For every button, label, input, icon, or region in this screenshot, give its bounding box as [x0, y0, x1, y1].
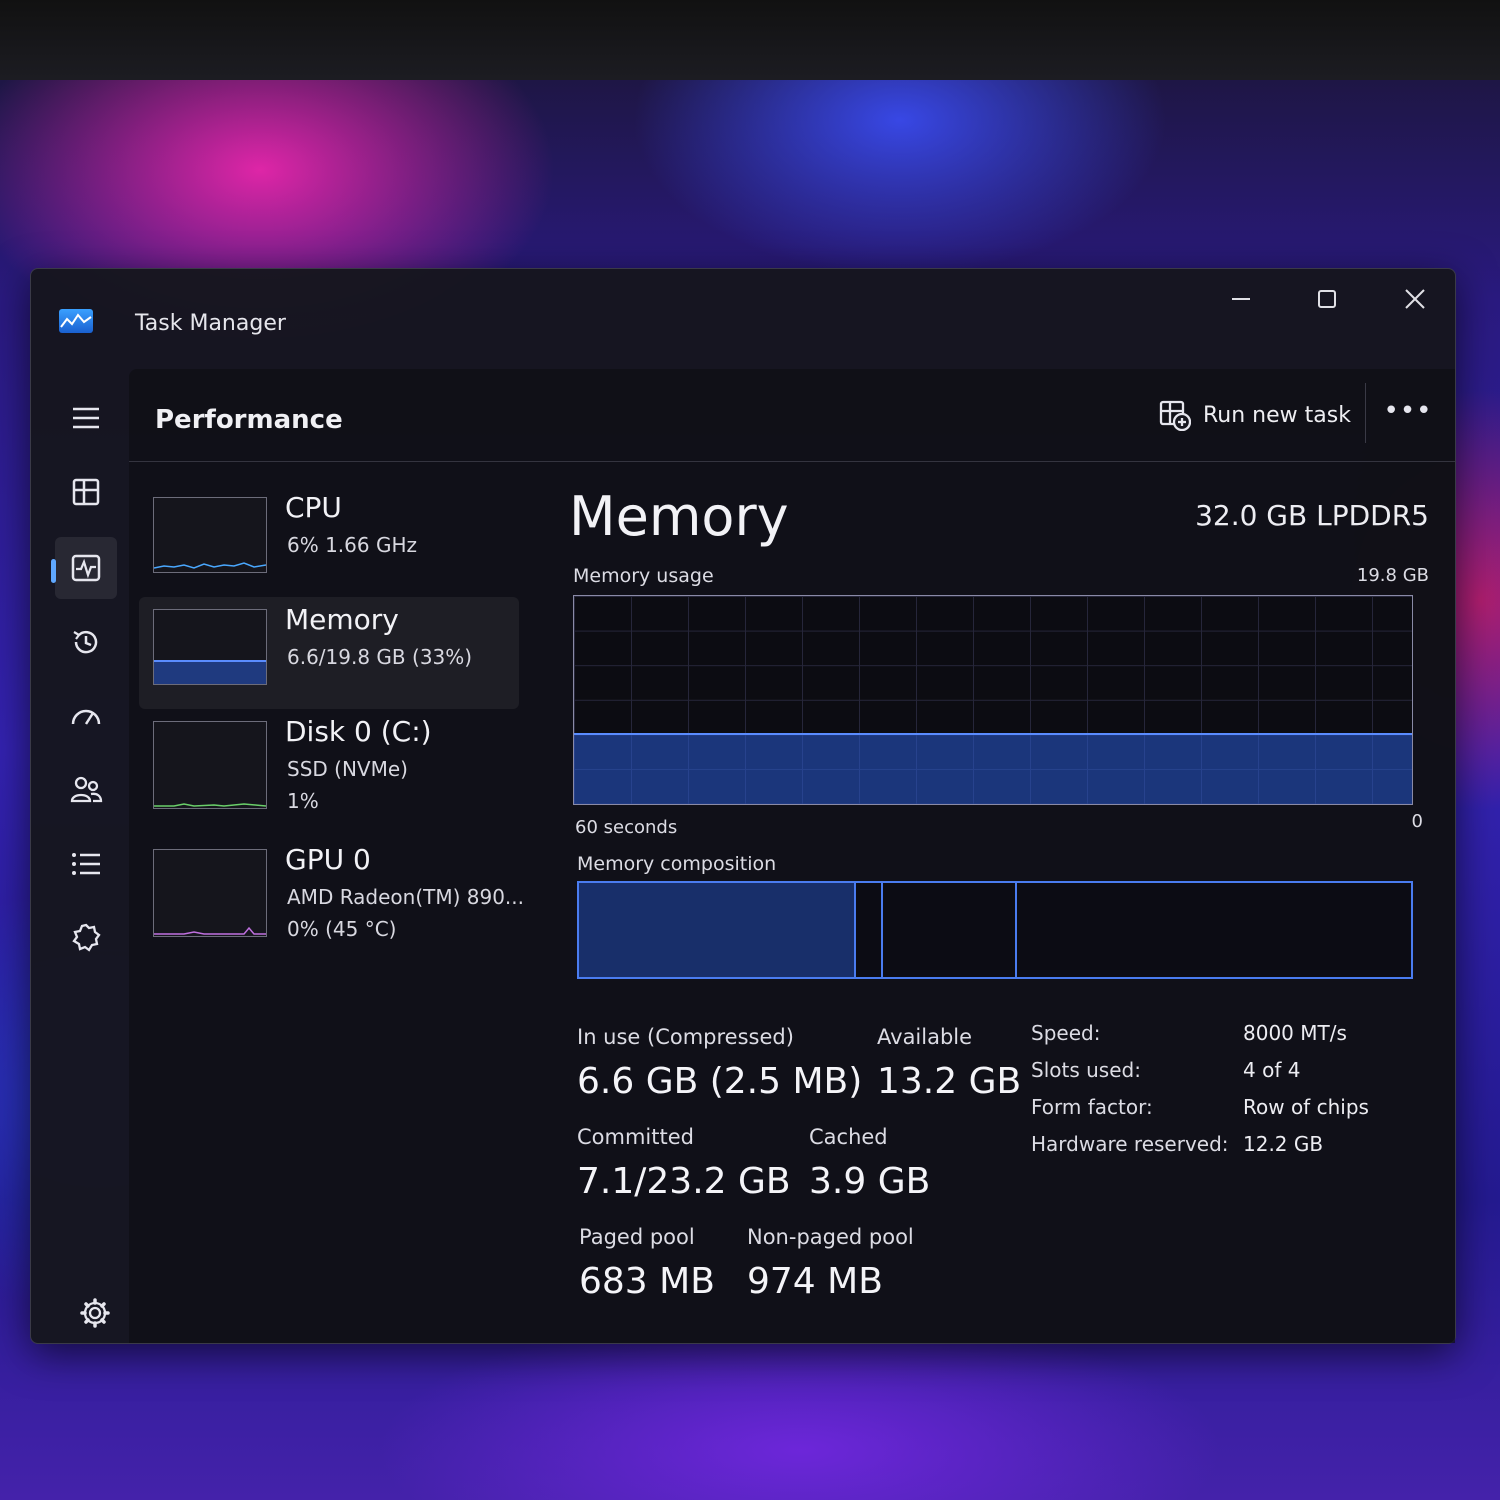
cpu-thumbnail-graph — [153, 497, 267, 573]
free-segment[interactable] — [1017, 883, 1411, 977]
window-title: Task Manager — [135, 311, 286, 336]
standby-segment[interactable] — [883, 883, 1018, 977]
disk-thumbnail-graph — [153, 721, 267, 809]
content-pane: Performance Run new task ••• CPU 6% 1.66… — [129, 369, 1455, 1343]
page-header: Performance Run new task ••• — [129, 369, 1455, 462]
monitor-bezel — [0, 0, 1500, 80]
hardware-reserved-key: Hardware reserved: — [1031, 1132, 1229, 1156]
users-icon — [70, 776, 103, 803]
form-factor-key: Form factor: — [1031, 1095, 1153, 1119]
gpu-thumbnail-graph — [153, 849, 267, 937]
slots-used-value: 4 of 4 — [1243, 1058, 1301, 1082]
more-options-button[interactable]: ••• — [1383, 389, 1433, 433]
available-value: 13.2 GB — [877, 1061, 1022, 1102]
hamburger-menu-button[interactable] — [55, 387, 117, 449]
cached-label: Cached — [809, 1125, 888, 1149]
speed-key: Speed: — [1031, 1021, 1101, 1045]
memory-usage-fill — [574, 733, 1412, 804]
run-new-task-icon — [1159, 400, 1191, 431]
cached-value: 3.9 GB — [809, 1161, 931, 1202]
minimize-button[interactable] — [1211, 279, 1271, 319]
device-item-memory[interactable]: Memory 6.6/19.8 GB (33%) — [139, 597, 519, 709]
nav-services[interactable] — [55, 907, 117, 969]
memory-composition-label: Memory composition — [577, 853, 777, 875]
header-divider — [1365, 383, 1366, 443]
run-new-task-label: Run new task — [1203, 402, 1351, 428]
maximize-button[interactable] — [1297, 279, 1357, 319]
in-use-segment[interactable] — [579, 883, 857, 977]
hardware-reserved-value: 12.2 GB — [1243, 1132, 1324, 1156]
graph-axis-right: 0 — [1411, 811, 1423, 832]
title-bar[interactable]: Task Manager — [31, 269, 1455, 369]
device-stat: 6.6/19.8 GB (33%) — [287, 645, 473, 669]
nav-startup-apps[interactable] — [55, 685, 117, 747]
memory-thumbnail-graph — [153, 609, 267, 685]
slots-used-key: Slots used: — [1031, 1058, 1141, 1082]
maximize-icon — [1318, 290, 1336, 308]
in-use-value: 6.6 GB (2.5 MB) — [577, 1061, 863, 1102]
device-list: CPU 6% 1.66 GHz Memory 6.6/19.8 GB (33%)… — [139, 485, 531, 965]
device-type: SSD (NVMe) — [287, 757, 408, 781]
close-button[interactable] — [1385, 279, 1445, 319]
nav-app-history[interactable] — [55, 611, 117, 673]
hamburger-menu-icon — [73, 407, 99, 429]
device-name: Memory — [285, 603, 399, 636]
device-name: GPU 0 — [285, 843, 371, 876]
detail-title: Memory — [569, 485, 789, 548]
services-icon — [72, 923, 101, 952]
in-use-label: In use (Compressed) — [577, 1025, 794, 1049]
active-indicator — [51, 559, 56, 583]
device-stat: 6% 1.66 GHz — [287, 533, 418, 557]
device-name: CPU — [285, 491, 342, 524]
memory-usage-max: 19.8 GB — [1356, 565, 1429, 586]
page-title: Performance — [155, 405, 343, 435]
memory-usage-label: Memory usage — [573, 565, 714, 587]
nav-users[interactable] — [55, 759, 117, 821]
device-item-gpu[interactable]: GPU 0 AMD Radeon(TM) 890... 0% (45 °C) — [139, 837, 524, 949]
navigation-rail — [51, 379, 131, 1329]
nav-performance[interactable] — [51, 537, 117, 599]
performance-icon — [71, 554, 101, 582]
close-icon — [1405, 289, 1425, 309]
processes-icon — [72, 478, 100, 506]
committed-label: Committed — [577, 1125, 694, 1149]
device-model: AMD Radeon(TM) 890... — [287, 885, 525, 909]
task-manager-window: Task Manager Performance Run new task ••… — [30, 268, 1456, 1344]
device-name: Disk 0 (C:) — [285, 715, 432, 748]
device-stat: 1% — [287, 789, 319, 813]
details-icon — [72, 853, 100, 875]
settings-icon — [80, 1298, 110, 1328]
paged-pool-value: 683 MB — [579, 1261, 715, 1302]
form-factor-value: Row of chips — [1243, 1095, 1369, 1119]
settings-button[interactable] — [75, 1293, 115, 1333]
non-paged-pool-label: Non-paged pool — [747, 1225, 914, 1249]
memory-usage-graph — [573, 595, 1413, 805]
run-new-task-button[interactable]: Run new task — [1159, 395, 1351, 435]
graph-axis-left: 60 seconds — [575, 817, 678, 838]
device-item-cpu[interactable]: CPU 6% 1.66 GHz — [139, 485, 519, 597]
paged-pool-label: Paged pool — [579, 1225, 695, 1249]
available-label: Available — [877, 1025, 973, 1049]
speed-value: 8000 MT/s — [1243, 1021, 1347, 1045]
nav-processes[interactable] — [55, 461, 117, 523]
minimize-icon — [1232, 298, 1250, 300]
memory-composition-bar — [577, 881, 1413, 979]
startup-apps-icon — [71, 709, 101, 725]
nav-details[interactable] — [55, 833, 117, 895]
committed-value: 7.1/23.2 GB — [577, 1161, 791, 1202]
device-stat: 0% (45 °C) — [287, 917, 397, 941]
app-history-icon — [73, 630, 98, 654]
task-manager-app-icon — [59, 309, 93, 333]
device-item-disk[interactable]: Disk 0 (C:) SSD (NVMe) 1% — [139, 709, 519, 821]
non-paged-pool-value: 974 MB — [747, 1261, 883, 1302]
memory-spec: 32.0 GB LPDDR5 — [1195, 499, 1429, 532]
modified-segment[interactable] — [856, 883, 883, 977]
